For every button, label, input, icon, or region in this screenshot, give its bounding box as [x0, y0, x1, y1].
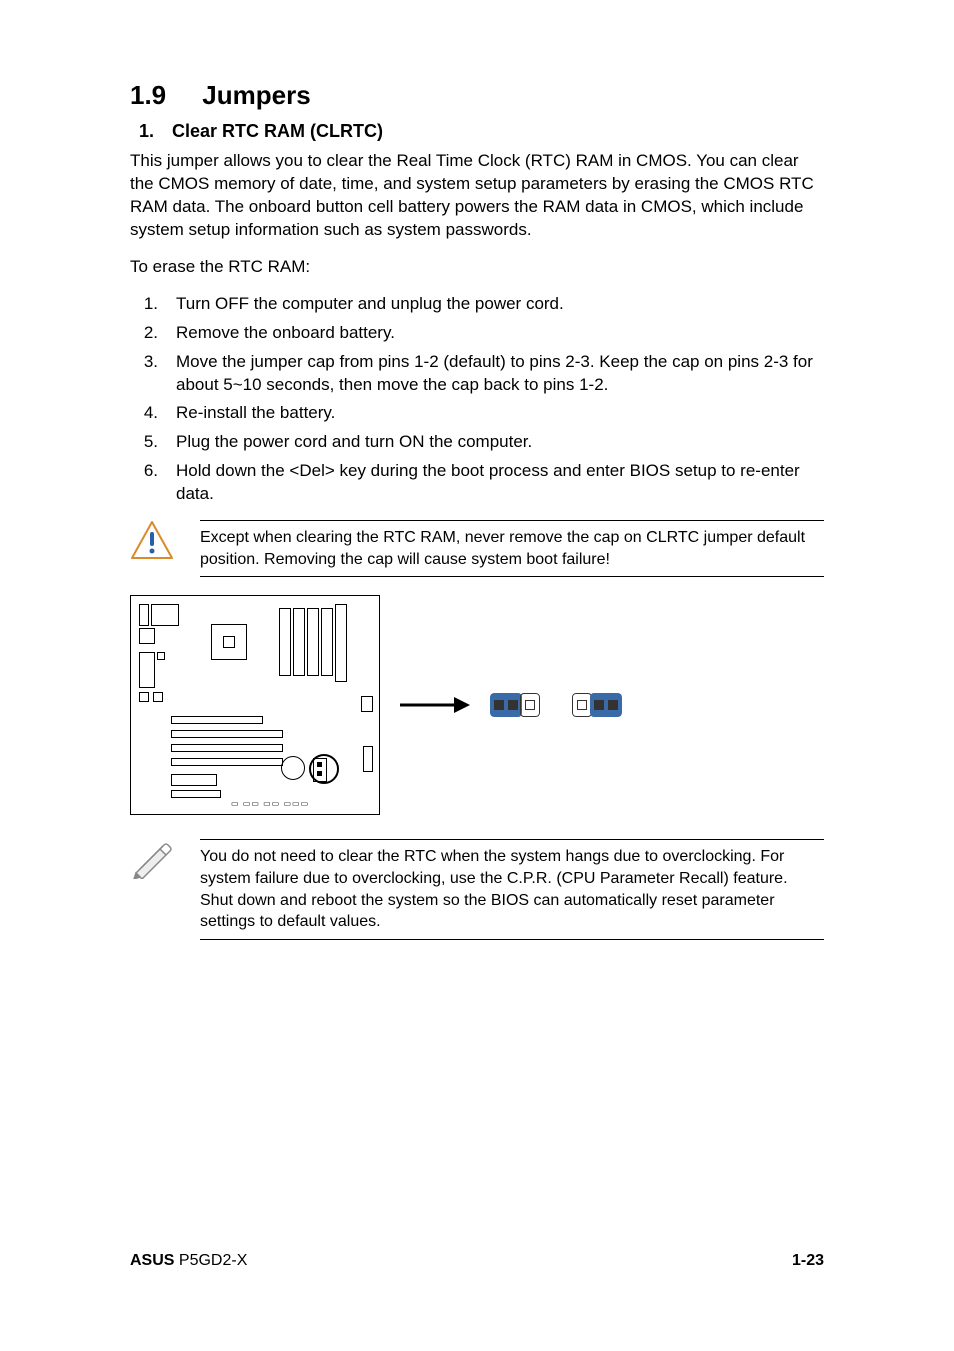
jumper-clear — [572, 693, 622, 717]
item-intro: This jumper allows you to clear the Real… — [130, 150, 824, 242]
list-item: 5.Plug the power cord and turn ON the co… — [130, 431, 824, 454]
motherboard-outline: ▭ ▭▭ ▭▭ ▭▭▭ — [130, 595, 380, 815]
item-number: 1. — [130, 121, 154, 142]
list-item: 1.Turn OFF the computer and unplug the p… — [130, 293, 824, 316]
jumper-default — [490, 693, 540, 717]
list-item: 3.Move the jumper cap from pins 1-2 (def… — [130, 351, 824, 397]
list-item: 2.Remove the onboard battery. — [130, 322, 824, 345]
pencil-text: You do not need to clear the RTC when th… — [200, 839, 824, 939]
footer-page-number: 1-23 — [792, 1252, 824, 1270]
item-heading: Clear RTC RAM (CLRTC) — [172, 121, 383, 142]
steps-list: 1.Turn OFF the computer and unplug the p… — [130, 293, 824, 507]
section-title-text: Jumpers — [202, 80, 310, 110]
pencil-icon — [130, 839, 174, 879]
list-item: 6.Hold down the <Del> key during the boo… — [130, 460, 824, 506]
board-diagram: ▭ ▭▭ ▭▭ ▭▭▭ — [130, 595, 824, 815]
erase-label: To erase the RTC RAM: — [130, 256, 824, 279]
pencil-note: You do not need to clear the RTC when th… — [130, 839, 824, 939]
footer-left: ASUS P5GD2-X — [130, 1252, 247, 1270]
arrow-icon — [400, 690, 470, 720]
list-item: 4.Re-install the battery. — [130, 402, 824, 425]
warning-text: Except when clearing the RTC RAM, never … — [200, 520, 824, 577]
section-heading: 1.9 Jumpers — [130, 80, 824, 111]
warning-icon — [130, 520, 174, 560]
jumper-positions — [490, 693, 622, 717]
page-footer: ASUS P5GD2-X 1-23 — [130, 1252, 824, 1270]
warning-note: Except when clearing the RTC RAM, never … — [130, 520, 824, 577]
section-number: 1.9 — [130, 80, 166, 110]
